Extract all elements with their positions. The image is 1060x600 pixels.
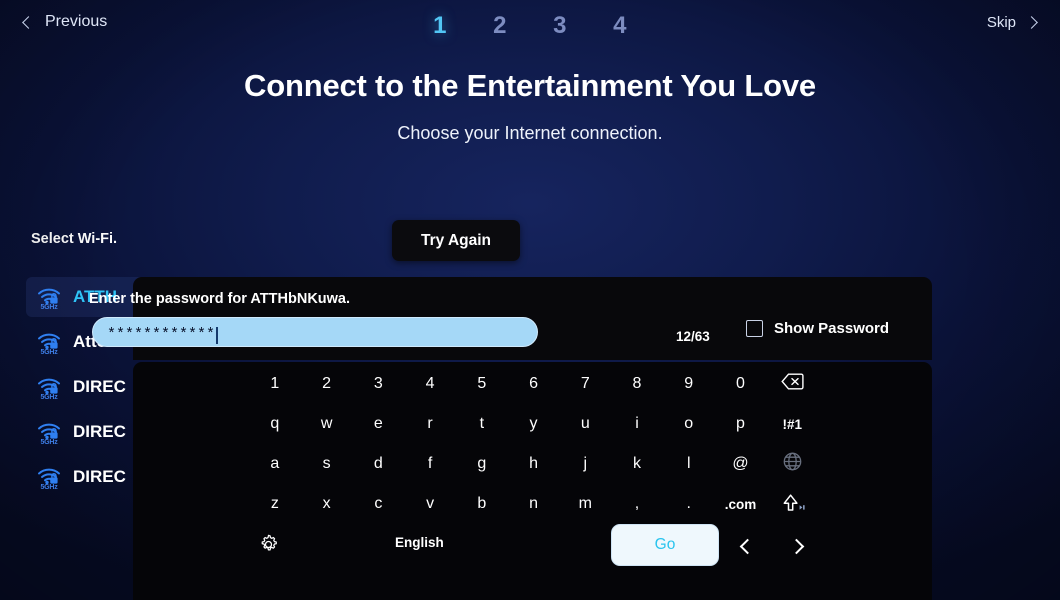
wifi-band-label: 5GHz (40, 349, 58, 356)
key-v[interactable]: v (404, 484, 456, 524)
key-h[interactable]: h (508, 444, 560, 484)
key-period[interactable]: . (663, 484, 715, 524)
keyboard-rows: 1 2 3 4 5 6 7 8 9 0 q w e r t y u i o p … (133, 364, 932, 524)
backspace-icon (780, 373, 804, 395)
top-navigation-bar: Previous 1 2 3 4 Skip (0, 0, 1060, 56)
wifi-band-label: 5GHz (40, 439, 58, 446)
key-q[interactable]: q (249, 404, 301, 444)
key-globe[interactable] (766, 444, 818, 484)
step-4[interactable]: 4 (611, 12, 629, 40)
password-input[interactable]: ************ (92, 317, 538, 347)
key-at[interactable]: @ (715, 444, 767, 484)
key-9[interactable]: 9 (663, 364, 715, 404)
wifi-locked-5ghz-icon: 5GHz (36, 284, 62, 311)
key-o[interactable]: o (663, 404, 715, 444)
skip-label: Skip (986, 14, 1016, 31)
chevron-right-icon (788, 538, 805, 554)
key-w[interactable]: w (301, 404, 353, 444)
wifi-locked-5ghz-icon: 5GHz (36, 464, 62, 491)
globe-icon (783, 452, 802, 476)
password-prompt-label: Enter the password for ATTHbNKuwa. (89, 291, 351, 307)
key-backspace[interactable] (766, 364, 818, 404)
key-c[interactable]: c (352, 484, 404, 524)
try-again-button[interactable]: Try Again (392, 220, 520, 261)
character-counter: 12/63 (676, 329, 710, 344)
key-x[interactable]: x (301, 484, 353, 524)
key-3[interactable]: 3 (352, 364, 404, 404)
wifi-locked-5ghz-icon: 5GHz (36, 419, 62, 446)
keyboard-next-button[interactable] (785, 533, 811, 559)
text-cursor (216, 326, 218, 344)
keyboard-language-button[interactable]: English (395, 535, 444, 550)
select-wifi-label: Select Wi-Fi. (31, 231, 118, 247)
keyboard-settings-button[interactable] (253, 532, 283, 562)
key-i[interactable]: i (611, 404, 663, 444)
chevron-left-icon (22, 15, 35, 29)
gear-icon (258, 534, 279, 560)
page-subtitle: Choose your Internet connection. (397, 123, 663, 143)
key-b[interactable]: b (456, 484, 508, 524)
key-1[interactable]: 1 (249, 364, 301, 404)
page-title: Connect to the Entertainment You Love (244, 68, 816, 103)
key-m[interactable]: m (559, 484, 611, 524)
chevron-left-icon (739, 538, 756, 554)
previous-label: Previous (45, 13, 108, 30)
keyboard-row-zxcv: z x c v b n m , . .com (133, 484, 932, 524)
step-3[interactable]: 3 (551, 12, 569, 40)
key-t[interactable]: t (456, 404, 508, 444)
wifi-band-label: 5GHz (40, 484, 58, 491)
chevron-right-icon (1025, 16, 1038, 29)
show-password-label: Show Password (774, 320, 890, 337)
keyboard-row-qwerty: q w e r t y u i o p !#1 (133, 404, 932, 444)
key-j[interactable]: j (559, 444, 611, 484)
key-symbols[interactable]: !#1 (766, 404, 818, 444)
wifi-band-label: 5GHz (40, 304, 58, 311)
keyboard-row-asdf: a s d f g h j k l @ (133, 444, 932, 484)
key-y[interactable]: y (508, 404, 560, 444)
show-password-toggle[interactable]: Show Password (746, 320, 889, 337)
key-4[interactable]: 4 (404, 364, 456, 404)
wifi-network-name: DIREC (73, 467, 126, 486)
wifi-network-name: DIREC (73, 422, 126, 441)
key-dotcom[interactable]: .com (715, 484, 767, 524)
wifi-locked-5ghz-icon: 5GHz (36, 329, 62, 356)
key-k[interactable]: k (611, 444, 663, 484)
key-shift[interactable] (766, 484, 818, 524)
go-button[interactable]: Go (611, 524, 719, 566)
wifi-band-label: 5GHz (40, 394, 58, 401)
checkbox-icon[interactable] (746, 320, 763, 337)
key-n[interactable]: n (508, 484, 560, 524)
step-indicator: 1 2 3 4 (431, 12, 629, 40)
key-g[interactable]: g (456, 444, 508, 484)
keyboard-function-row: English Go (133, 523, 932, 579)
key-e[interactable]: e (352, 404, 404, 444)
step-2[interactable]: 2 (491, 12, 509, 40)
key-0[interactable]: 0 (715, 364, 767, 404)
key-z[interactable]: z (249, 484, 301, 524)
previous-button[interactable]: Previous (22, 13, 108, 31)
key-a[interactable]: a (249, 444, 301, 484)
key-2[interactable]: 2 (301, 364, 353, 404)
key-r[interactable]: r (404, 404, 456, 444)
key-l[interactable]: l (663, 444, 715, 484)
wifi-locked-5ghz-icon: 5GHz (36, 374, 62, 401)
key-5[interactable]: 5 (456, 364, 508, 404)
key-s[interactable]: s (301, 444, 353, 484)
key-comma[interactable]: , (611, 484, 663, 524)
key-d[interactable]: d (352, 444, 404, 484)
skip-button[interactable]: Skip (986, 14, 1038, 31)
keyboard-row-numbers: 1 2 3 4 5 6 7 8 9 0 (133, 364, 932, 404)
key-f[interactable]: f (404, 444, 456, 484)
step-1[interactable]: 1 (431, 12, 449, 40)
key-8[interactable]: 8 (611, 364, 663, 404)
key-p[interactable]: p (715, 404, 767, 444)
key-u[interactable]: u (559, 404, 611, 444)
setup-screen: Previous 1 2 3 4 Skip Connect to the Ent… (0, 0, 1060, 600)
password-input-value: ************ (107, 325, 216, 343)
key-7[interactable]: 7 (559, 364, 611, 404)
wifi-network-name: DIREC (73, 377, 126, 396)
shift-icon (778, 491, 806, 517)
key-6[interactable]: 6 (508, 364, 560, 404)
keyboard-prev-button[interactable] (733, 533, 759, 559)
